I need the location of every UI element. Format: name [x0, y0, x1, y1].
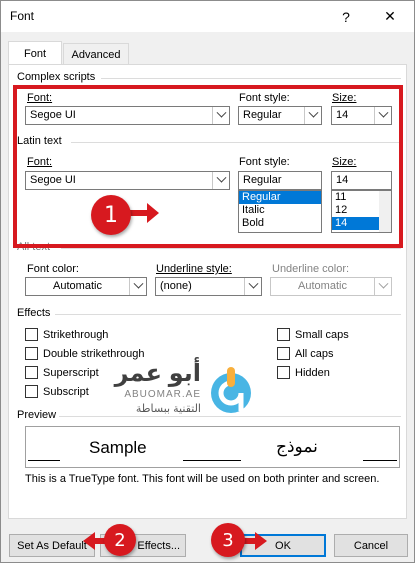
- tab-advanced[interactable]: Advanced: [63, 43, 129, 65]
- checkbox-label: Small caps: [295, 328, 349, 341]
- abuomar-watermark-logo: أبو عمر ABUOMAR.AE التقنية ببساطة: [101, 359, 276, 419]
- divider: [101, 78, 401, 79]
- window-title: Font: [10, 9, 35, 23]
- checkbox-label: Double strikethrough: [43, 347, 145, 360]
- subscript-checkbox[interactable]: Subscript: [25, 385, 89, 398]
- close-button[interactable]: ✕: [368, 1, 412, 32]
- annotation-badge-2: 2: [104, 524, 136, 556]
- all-caps-checkbox[interactable]: All caps: [277, 347, 334, 360]
- effects-header: Effects: [17, 307, 51, 319]
- preview-box: Sample نموذج: [25, 426, 400, 468]
- font-color-label: Font color:: [27, 263, 79, 275]
- power-logo-icon: [211, 367, 251, 413]
- cancel-button[interactable]: Cancel: [334, 534, 408, 557]
- complex-scripts-header: Complex scripts: [17, 71, 96, 83]
- watermark-tagline: التقنية ببساطة: [135, 403, 201, 415]
- divider: [61, 248, 401, 249]
- chevron-down-icon: [374, 278, 391, 295]
- tab-font[interactable]: Font: [8, 41, 62, 65]
- checkbox-box[interactable]: [25, 366, 38, 379]
- help-icon: ?: [342, 8, 350, 25]
- preview-baseline: [363, 460, 397, 461]
- ok-label: OK: [275, 539, 291, 552]
- preview-sample-arabic: نموذج: [276, 437, 318, 457]
- small-caps-checkbox[interactable]: Small caps: [277, 328, 349, 341]
- tab-font-label: Font: [23, 47, 46, 60]
- preview-baseline: [28, 460, 60, 461]
- font-dialog: Font ? ✕ Font Advanced Complex scripts F…: [0, 0, 415, 563]
- underline-color-label: Underline color:: [272, 263, 350, 275]
- text-effects-label: Effects...: [137, 539, 180, 552]
- set-as-default-label: Set As Default: [17, 539, 87, 552]
- annotation-badge-1: 1: [91, 195, 131, 235]
- checkbox-label: Superscript: [43, 366, 99, 379]
- chevron-down-icon: [244, 278, 261, 295]
- checkbox-box[interactable]: [25, 328, 38, 341]
- watermark-latin-name: ABUOMAR.AE: [124, 389, 201, 400]
- checkbox-box[interactable]: [277, 366, 290, 379]
- preview-header: Preview: [17, 409, 57, 421]
- tab-advanced-label: Advanced: [71, 48, 121, 61]
- checkbox-label: Subscript: [43, 385, 89, 398]
- underline-color-select[interactable]: Automatic: [270, 277, 392, 296]
- underline-style-label: Underline style:: [156, 263, 232, 275]
- cancel-label: Cancel: [353, 539, 389, 552]
- checkbox-label: All caps: [295, 347, 334, 360]
- font-color-value: Automatic: [53, 280, 102, 292]
- checkbox-box[interactable]: [25, 347, 38, 360]
- underline-color-value: Automatic: [298, 280, 347, 292]
- annotation-badge-3: 3: [211, 523, 245, 557]
- font-color-select[interactable]: Automatic: [25, 277, 147, 296]
- divider: [55, 314, 401, 315]
- preview-note: This is a TrueType font. This font will …: [25, 473, 380, 485]
- title-bar: Font ? ✕: [1, 1, 414, 32]
- close-icon: ✕: [384, 8, 396, 24]
- preview-sample-latin: Sample: [89, 438, 147, 457]
- checkbox-box[interactable]: [25, 385, 38, 398]
- checkbox-box[interactable]: [277, 347, 290, 360]
- chevron-down-icon: [129, 278, 146, 295]
- superscript-checkbox[interactable]: Superscript: [25, 366, 99, 379]
- highlight-frame: [13, 85, 403, 248]
- underline-style-value: (none): [160, 280, 192, 292]
- checkbox-label: Strikethrough: [43, 328, 109, 341]
- checkbox-label: Hidden: [295, 366, 330, 379]
- help-button[interactable]: ?: [324, 1, 368, 32]
- preview-baseline: [183, 460, 241, 461]
- watermark-arabic-name: أبو عمر: [114, 360, 201, 387]
- underline-style-select[interactable]: (none): [155, 277, 262, 296]
- hidden-checkbox[interactable]: Hidden: [277, 366, 330, 379]
- divider: [59, 416, 401, 417]
- strikethrough-checkbox[interactable]: Strikethrough: [25, 328, 108, 341]
- checkbox-box[interactable]: [277, 328, 290, 341]
